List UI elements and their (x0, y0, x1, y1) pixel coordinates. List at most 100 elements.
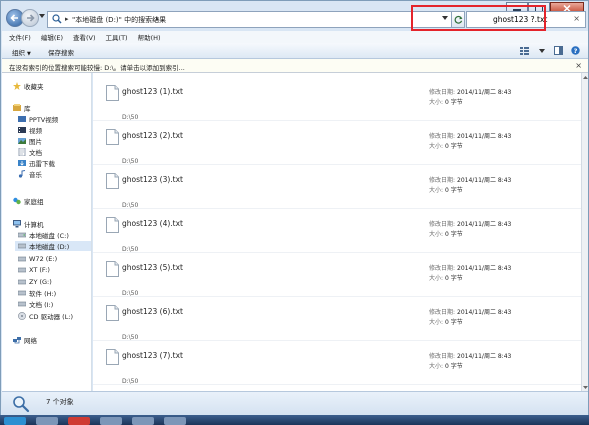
taskbar-button[interactable] (4, 417, 26, 425)
nav-library-music[interactable]: 音乐 (18, 169, 42, 179)
text-file-icon (106, 129, 119, 145)
indexing-info-bar[interactable]: 在没有索引的位置搜索可能较慢: D:\。请单击以添加到索引... × (2, 59, 588, 73)
address-bar[interactable]: ▸ "本地磁盘 (D:)" 中的搜索结果 ▸ (47, 11, 453, 28)
view-list-icon (520, 46, 529, 55)
file-path: D:\50 (122, 334, 139, 341)
menu-file[interactable]: 文件(F) (9, 32, 31, 42)
nav-library-pptv[interactable]: PPTV视频 (18, 114, 58, 124)
nav-library-pptv-label: PPTV视频 (29, 116, 59, 124)
forward-button[interactable] (21, 9, 39, 27)
file-path: D:\50 (122, 290, 139, 297)
info-bar-text[interactable]: 在没有索引的位置搜索可能较慢: D:\。请单击以添加到索引... (9, 62, 185, 72)
nav-library-thunder[interactable]: 迅雷下载 (18, 158, 55, 168)
help-button[interactable]: ? (571, 46, 580, 55)
size-value: 0 字节 (445, 99, 463, 106)
pictures-icon (18, 137, 26, 145)
cd-drive-icon (18, 312, 26, 320)
modified-label: 修改日期: (429, 309, 456, 316)
result-item[interactable]: ghost123 (1).txt 修改日期: 2014/11/周二 8:43 大小: 0… (93, 77, 581, 121)
taskbar-button[interactable] (100, 417, 122, 425)
nav-homegroup[interactable]: 家庭组 (13, 196, 44, 206)
breadcrumb-search-results[interactable]: "本地磁盘 (D:)" 中的搜索结果 (72, 15, 166, 25)
taskbar-button[interactable] (68, 417, 90, 425)
nav-drive-d[interactable]: 本地磁盘 (D:) (15, 241, 91, 251)
nav-favorites[interactable]: 收藏夹 (13, 81, 44, 91)
file-name[interactable]: ghost123 (2).txt (122, 131, 183, 140)
size-value: 0 字节 (445, 143, 463, 150)
recent-pages-dropdown-icon[interactable] (39, 14, 45, 18)
nav-drive-d-label: 本地磁盘 (D:) (29, 243, 70, 251)
homegroup-icon (13, 197, 21, 205)
computer-icon (13, 220, 21, 228)
video-icon (18, 126, 26, 134)
search-results-list: ghost123 (1).txt 修改日期: 2014/11/周二 8:43 大小: 0… (93, 73, 581, 391)
taskbar-button[interactable] (164, 417, 186, 425)
taskbar-button[interactable] (132, 417, 154, 425)
scroll-up-button[interactable] (582, 73, 588, 81)
file-path: D:\50 (122, 246, 139, 253)
nav-drive-g[interactable]: ZY (G:) (18, 277, 52, 287)
save-search-button[interactable]: 保存搜索 (48, 47, 74, 57)
nav-drive-i[interactable]: 文档 (I:) (18, 299, 53, 309)
menu-edit[interactable]: 编辑(E) (41, 32, 63, 42)
menu-tools[interactable]: 工具(T) (106, 32, 128, 42)
nav-drive-l[interactable]: CD 驱动器 (L:) (18, 311, 73, 321)
hard-drive-icon (18, 242, 26, 250)
file-name[interactable]: ghost123 (1).txt (122, 87, 183, 96)
nav-drive-c[interactable]: 本地磁盘 (C:) (18, 230, 69, 240)
nav-computer[interactable]: 计算机 (13, 219, 44, 229)
info-bar-close-button[interactable]: × (575, 61, 582, 70)
taskbar (0, 415, 589, 425)
nav-network[interactable]: 网络 (13, 335, 37, 345)
breadcrumb-separator[interactable]: ▸ (65, 15, 69, 23)
view-options-button[interactable] (537, 46, 546, 55)
scroll-down-button[interactable] (582, 383, 588, 391)
result-item[interactable]: ghost123 (7).txt 修改日期: 2014/11/周二 8:43 大小: 0… (93, 341, 581, 385)
size-value: 0 字节 (445, 231, 463, 238)
file-path: D:\50 (122, 158, 139, 165)
file-name[interactable]: ghost123 (6).txt (122, 307, 183, 316)
nav-library-videos[interactable]: 视频 (18, 125, 42, 135)
text-file-icon (106, 349, 119, 365)
preview-pane-button[interactable] (554, 46, 563, 55)
file-name[interactable]: ghost123 (5).txt (122, 263, 183, 272)
modified-label: 修改日期: (429, 221, 456, 228)
star-icon (13, 82, 21, 90)
nav-drive-e[interactable]: W72 (E:) (18, 254, 57, 264)
file-name[interactable]: ghost123 (7).txt (122, 351, 183, 360)
nav-library-music-label: 音乐 (29, 171, 42, 179)
nav-library-documents[interactable]: 文档 (18, 147, 42, 157)
nav-library-pictures[interactable]: 图片 (18, 136, 42, 146)
forward-arrow-icon (27, 14, 35, 22)
menu-view[interactable]: 查看(V) (73, 32, 96, 42)
hard-drive-icon (18, 266, 26, 274)
nav-drive-i-label: 文档 (I:) (29, 301, 54, 309)
nav-libraries[interactable]: 库 (13, 103, 31, 113)
details-pane: 7 个对象 (2, 391, 588, 416)
nav-drive-f[interactable]: XT (F:) (18, 265, 50, 275)
clear-search-button[interactable]: × (573, 14, 580, 23)
result-item[interactable]: ghost123 (4).txt 修改日期: 2014/11/周二 8:43 大小: 0… (93, 209, 581, 253)
item-count-text: 7 个对象 (46, 398, 74, 406)
size-value: 0 字节 (445, 187, 463, 194)
result-item[interactable]: ghost123 (6).txt 修改日期: 2014/11/周二 8:43 大小: 0… (93, 297, 581, 341)
size-label: 大小: (429, 275, 444, 282)
organize-button[interactable]: 组织 ▼ (12, 47, 31, 57)
vertical-scrollbar[interactable] (581, 73, 588, 391)
result-item[interactable]: ghost123 (5).txt 修改日期: 2014/11/周二 8:43 大小: 0… (93, 253, 581, 297)
nav-drive-h[interactable]: 软件 (H:) (18, 288, 56, 298)
modified-label: 修改日期: (429, 265, 456, 272)
taskbar-button[interactable] (36, 417, 58, 425)
change-view-button[interactable] (520, 46, 529, 55)
result-item[interactable]: ghost123 (3).txt 修改日期: 2014/11/周二 8:43 大小: 0… (93, 165, 581, 209)
modified-label: 修改日期: (429, 133, 456, 140)
modified-value: 2014/11/周二 8:43 (457, 221, 512, 228)
breadcrumb-separator[interactable]: ▸ (156, 15, 160, 23)
result-item[interactable]: ghost123 (2).txt 修改日期: 2014/11/周二 8:43 大小: 0… (93, 121, 581, 165)
file-name[interactable]: ghost123 (4).txt (122, 219, 183, 228)
file-path: D:\50 (122, 114, 139, 121)
music-icon (18, 170, 26, 178)
annotation-highlight-box (411, 5, 546, 31)
menu-help[interactable]: 帮助(H) (138, 32, 161, 42)
file-name[interactable]: ghost123 (3).txt (122, 175, 183, 184)
